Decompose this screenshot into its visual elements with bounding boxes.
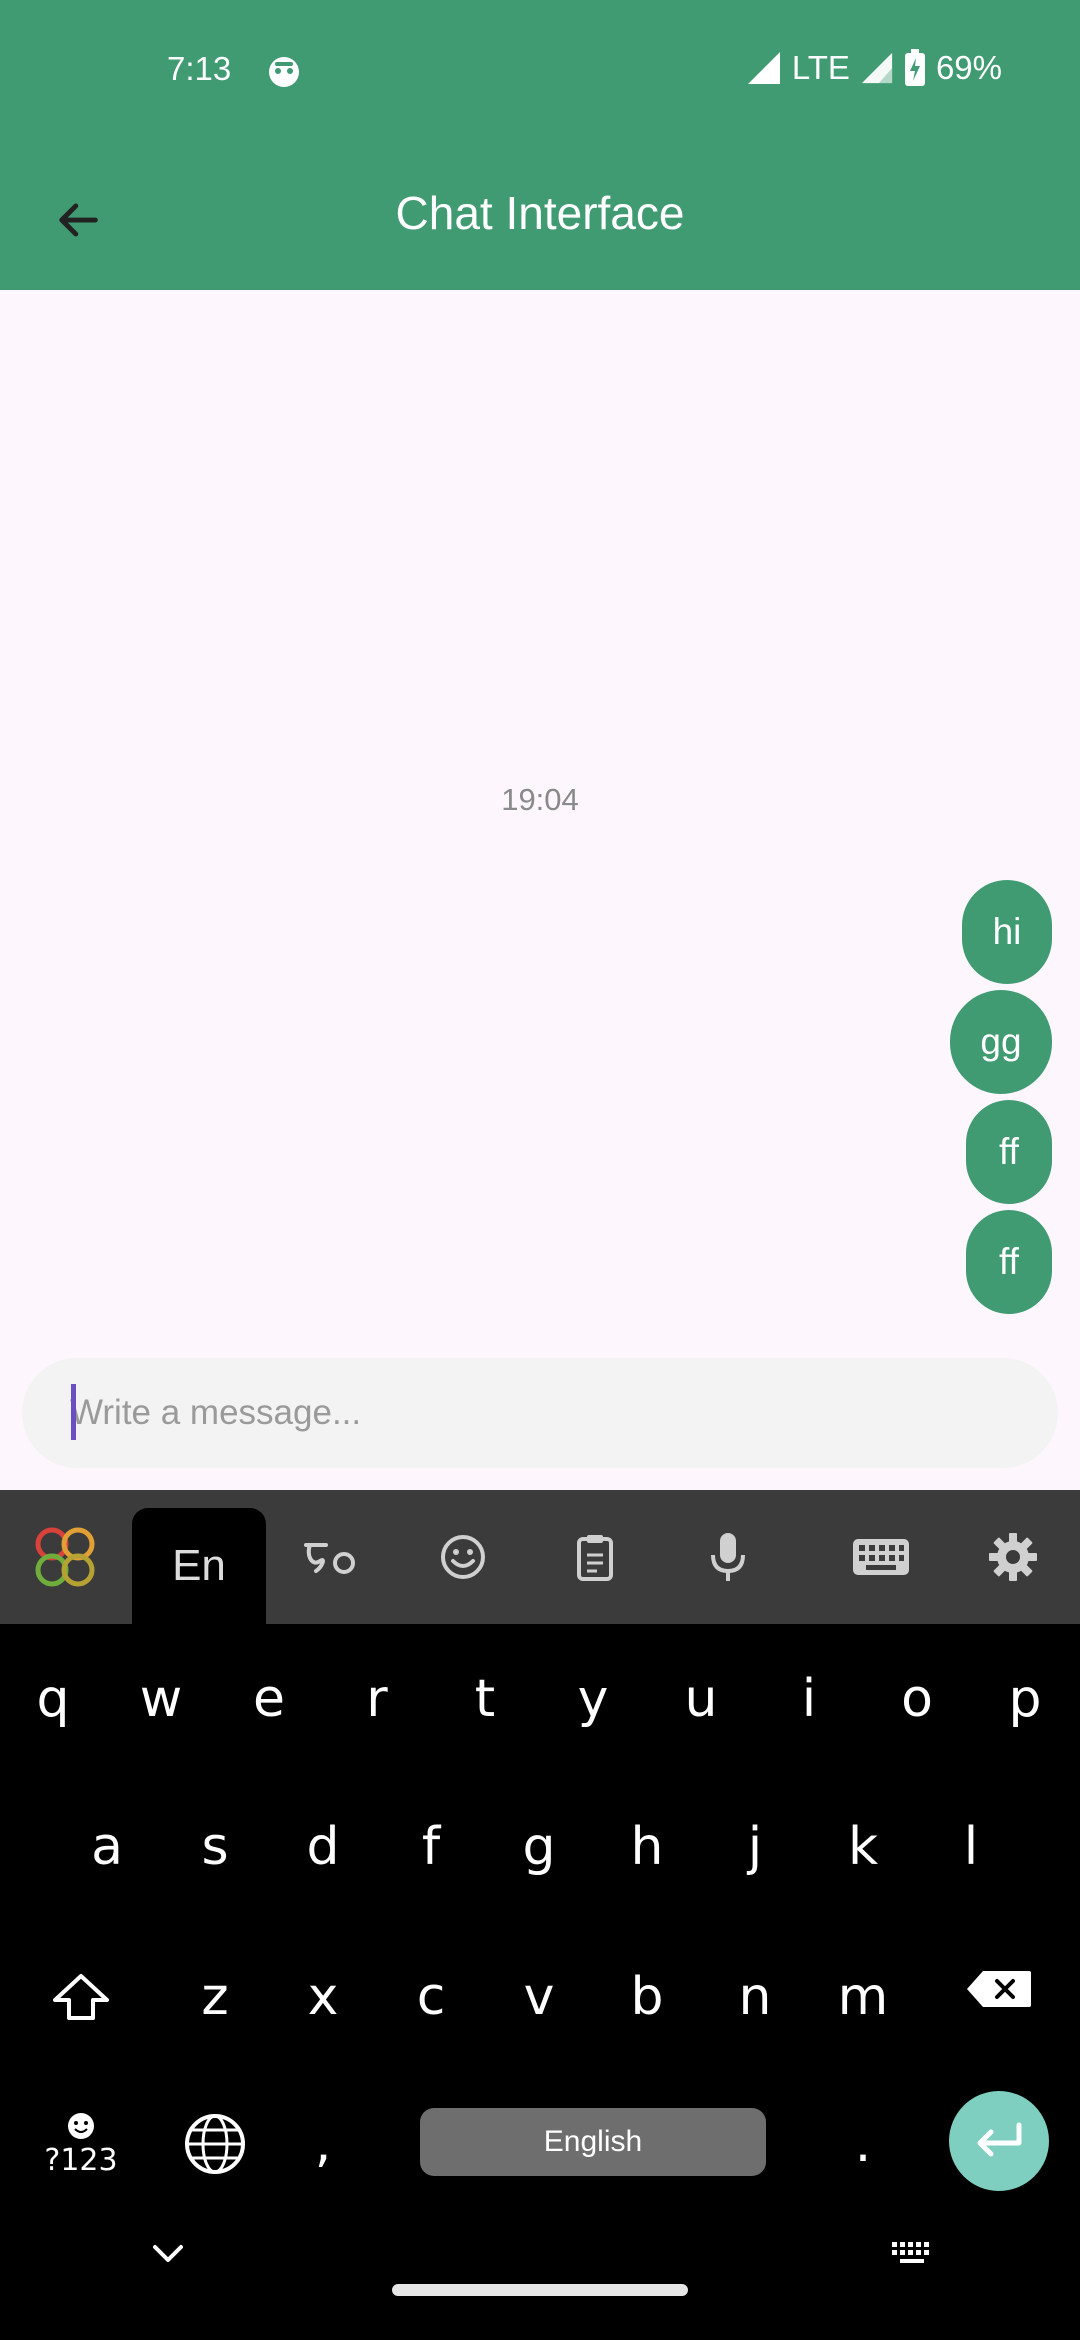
battery-percent: 69% xyxy=(935,49,1002,86)
key-y[interactable]: y xyxy=(543,1634,643,1764)
enter-key[interactable] xyxy=(949,2091,1049,2191)
message-bubble[interactable]: ff xyxy=(966,1100,1052,1204)
chat-message-list[interactable]: 19:04 hi gg ff ff xyxy=(0,290,1080,1490)
key-g[interactable]: g xyxy=(489,1782,589,1912)
page-title: Chat Interface xyxy=(395,187,685,239)
backspace-icon xyxy=(967,1971,1031,2007)
hide-keyboard-button[interactable] xyxy=(118,2204,218,2304)
microphone-icon[interactable] xyxy=(683,1490,773,1624)
key-t[interactable]: t xyxy=(435,1634,535,1764)
key-r[interactable]: r xyxy=(327,1634,427,1764)
shift-icon xyxy=(53,1974,109,2020)
key-i[interactable]: i xyxy=(759,1634,859,1764)
key-k[interactable]: k xyxy=(813,1782,913,1912)
keyboard-icon xyxy=(892,2242,929,2263)
key-u[interactable]: u xyxy=(651,1634,751,1764)
key-w[interactable]: w xyxy=(111,1634,211,1764)
message-bubble[interactable]: hi xyxy=(962,880,1052,984)
keyboard-icon[interactable] xyxy=(836,1490,926,1624)
settings-icon[interactable] xyxy=(968,1490,1058,1624)
soft-keyboard: q w e r t y u i o p a s d f g h j k l z … xyxy=(0,1624,1080,2340)
key-d[interactable]: d xyxy=(273,1782,373,1912)
key-l[interactable]: l xyxy=(921,1782,1021,1912)
chevron-down-icon xyxy=(153,2245,183,2262)
emoji-small-icon xyxy=(68,2112,94,2139)
symbols-key[interactable]: ?123 xyxy=(31,2079,131,2209)
app-notification-icon xyxy=(269,57,299,87)
key-s[interactable]: s xyxy=(165,1782,265,1912)
key-m[interactable]: m xyxy=(813,1932,913,2062)
key-e[interactable]: e xyxy=(219,1634,319,1764)
clipboard-icon[interactable] xyxy=(550,1490,640,1624)
signal-icon xyxy=(747,52,780,84)
battery-charging-icon xyxy=(904,49,925,86)
key-b[interactable]: b xyxy=(597,1932,697,2062)
status-time: 7:13 xyxy=(167,50,232,87)
key-c[interactable]: c xyxy=(381,1932,481,2062)
status-bar: 7:13 LTE 69% xyxy=(0,0,1080,140)
message-bubble[interactable]: gg xyxy=(950,990,1052,1094)
symbols-key-label: ?123 xyxy=(44,2142,118,2178)
network-label: LTE xyxy=(791,49,850,86)
key-p[interactable]: p xyxy=(975,1634,1075,1764)
key-h[interactable]: h xyxy=(597,1782,697,1912)
key-f[interactable]: f xyxy=(381,1782,481,1912)
shift-key[interactable] xyxy=(31,1932,131,2062)
key-j[interactable]: j xyxy=(705,1782,805,1912)
space-key[interactable]: English xyxy=(420,2108,766,2176)
logo-icon[interactable] xyxy=(20,1490,110,1624)
key-n[interactable]: n xyxy=(705,1932,805,2062)
message-bubble[interactable]: ff xyxy=(966,1210,1052,1314)
signal-icon xyxy=(861,52,893,84)
chat-timestamp: 19:04 xyxy=(501,782,579,817)
comma-key[interactable]: , xyxy=(273,2079,373,2209)
app-bar: Chat Interface xyxy=(0,140,1080,290)
keyboard-toolbar: En xyxy=(0,1490,1080,1624)
key-v[interactable]: v xyxy=(489,1932,589,2062)
keyboard-switcher-button[interactable] xyxy=(862,2204,962,2304)
key-z[interactable]: z xyxy=(165,1932,265,2062)
transliterate-icon[interactable] xyxy=(285,1490,375,1624)
emoji-icon[interactable] xyxy=(418,1490,508,1624)
status-indicators: LTE 69% xyxy=(746,46,1002,90)
message-input[interactable] xyxy=(70,1376,1010,1450)
language-tab[interactable]: En xyxy=(132,1508,266,1624)
enter-icon xyxy=(977,2122,1022,2157)
key-o[interactable]: o xyxy=(867,1634,967,1764)
period-key[interactable]: . xyxy=(813,2079,913,2209)
text-caret xyxy=(71,1384,76,1440)
backspace-key[interactable] xyxy=(949,1924,1049,2054)
key-q[interactable]: q xyxy=(3,1634,103,1764)
globe-icon xyxy=(185,2114,245,2174)
home-gesture-bar[interactable] xyxy=(392,2284,688,2296)
message-composer[interactable] xyxy=(22,1358,1058,1468)
key-a[interactable]: a xyxy=(57,1782,157,1912)
key-x[interactable]: x xyxy=(273,1932,373,2062)
language-switch-key[interactable] xyxy=(165,2079,265,2209)
